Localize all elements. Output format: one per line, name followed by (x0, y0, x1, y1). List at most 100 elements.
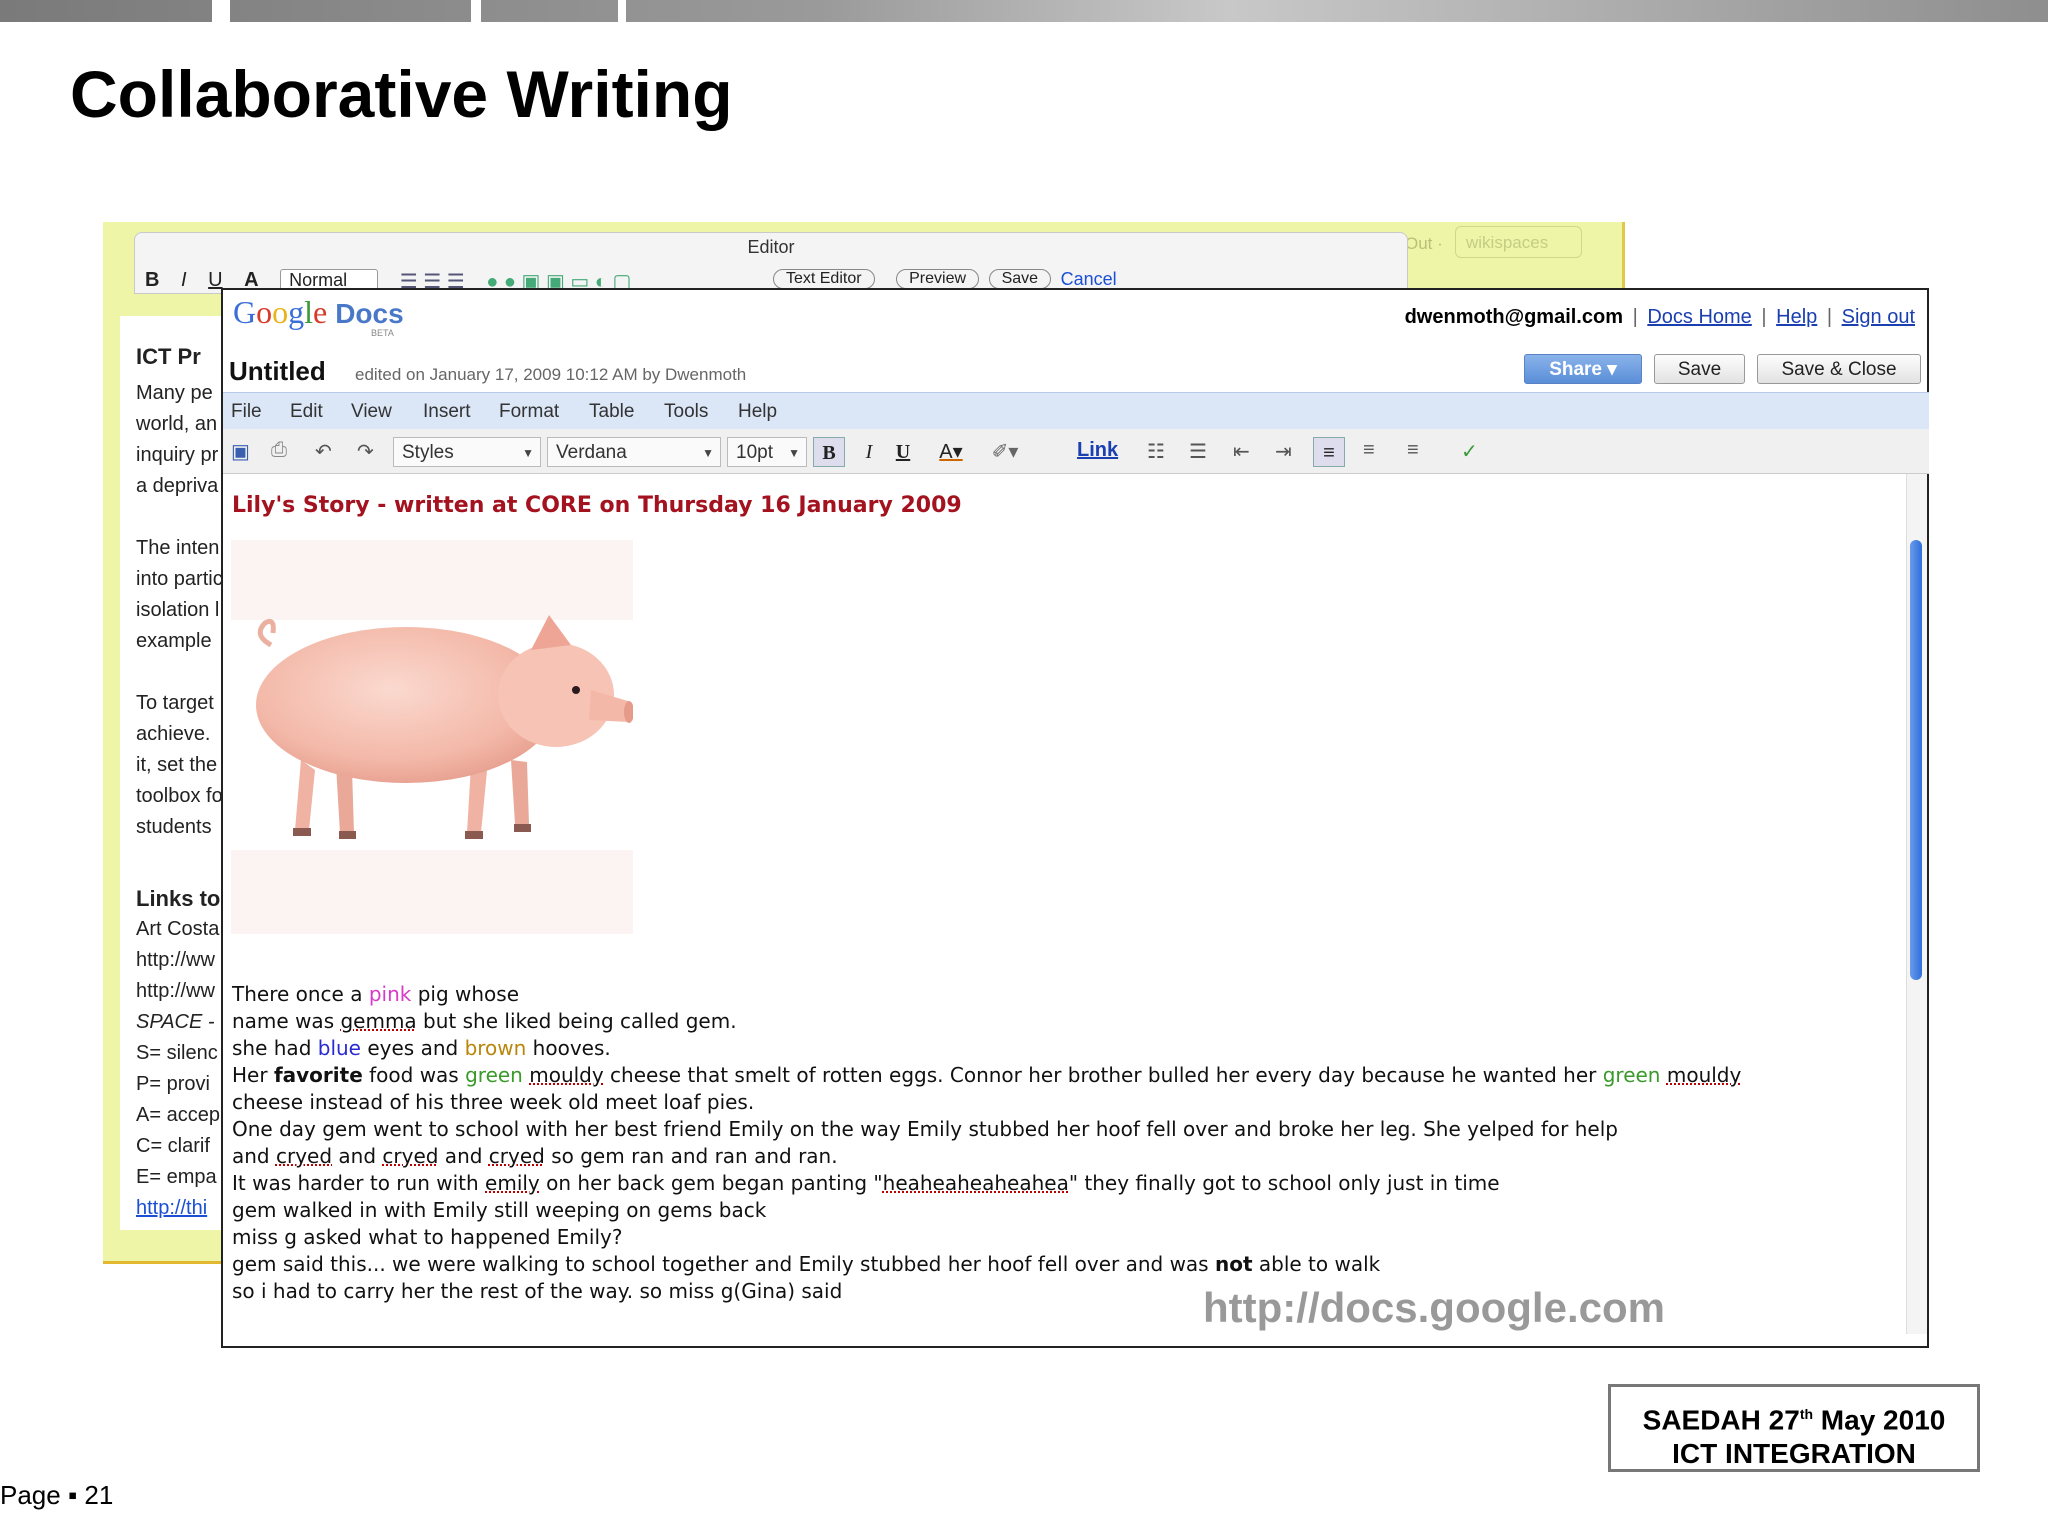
wiki-text-line: A= accep (136, 1104, 220, 1126)
save-icon[interactable]: ▣ (231, 439, 250, 464)
story-span: favorite (273, 1063, 363, 1087)
spellcheck-icon[interactable]: ✓ (1461, 439, 1478, 464)
google-docs-logo: Google Docs (233, 294, 404, 331)
account-email: dwenmoth@gmail.com (1404, 306, 1623, 328)
slide-top-bar-gap (618, 0, 626, 22)
separator: | (1826, 306, 1833, 328)
menu-edit[interactable]: Edit (290, 401, 323, 423)
italic-button[interactable]: I (181, 269, 187, 292)
save-button[interactable]: Save (1654, 354, 1745, 384)
wiki-text-line: http://ww (136, 980, 215, 1002)
menu-tools[interactable]: Tools (664, 401, 708, 423)
footer-line-2: ICT INTEGRATION (1672, 1438, 1916, 1470)
help-link[interactable]: Help (1776, 306, 1817, 328)
text-color-icon[interactable]: A▾ (927, 437, 975, 467)
logo-g2: g (288, 294, 305, 330)
story-span: gem said this... we were walking to scho… (232, 1252, 1215, 1276)
wiki-text-line: into partic (136, 568, 223, 590)
menu-insert[interactable]: Insert (423, 401, 471, 423)
misspelled-word: gemma (340, 1009, 417, 1033)
underline-button[interactable]: U (887, 437, 919, 467)
story-span: It was harder to run with (232, 1171, 486, 1195)
wikispaces-logo: wikispaces (1455, 226, 1582, 258)
print-icon[interactable]: ⎙ (271, 439, 287, 462)
story-line: gem said this... we were walking to scho… (232, 1251, 1741, 1278)
scrollbar-thumb[interactable] (1910, 540, 1922, 980)
document-heading[interactable]: Lily's Story - written at CORE on Thursd… (232, 493, 962, 518)
story-span: Her (232, 1063, 274, 1087)
slide-top-bar (0, 0, 2048, 22)
story-line: It was harder to run with emily on her b… (232, 1170, 1741, 1197)
wiki-link[interactable]: http://thi (136, 1197, 207, 1220)
logo-beta-label: BETA (371, 328, 394, 338)
menu-file[interactable]: File (231, 401, 262, 423)
preview-button[interactable]: Preview (896, 269, 980, 289)
undo-icon[interactable]: ↶ (315, 439, 332, 464)
logo-docs-text: Docs (335, 298, 404, 329)
menu-view[interactable]: View (351, 401, 392, 423)
misspelled-word: mouldy (529, 1063, 604, 1087)
link-button[interactable]: Link (1077, 439, 1118, 462)
story-text[interactable]: There once a pink pig whose name was gem… (232, 981, 1741, 1305)
bold-button[interactable]: B (145, 269, 159, 292)
menu-table[interactable]: Table (589, 401, 634, 423)
wiki-text-line: ICT Pr (136, 344, 201, 369)
numbered-list-icon[interactable]: ☷ (1147, 439, 1165, 464)
logo-o1: o (256, 294, 273, 330)
share-button[interactable]: Share ▾ (1524, 354, 1642, 384)
sign-out-link[interactable]: Sign out (1842, 306, 1915, 328)
align-left-icon[interactable]: ≡ (1313, 437, 1345, 467)
footer-text: SAEDAH 27 (1642, 1404, 1800, 1436)
font-select[interactable]: Verdana ▼ (547, 437, 721, 467)
italic-button[interactable]: I (853, 437, 885, 467)
google-docs-window: Google Docs BETA dwenmoth@gmail.com | Do… (221, 288, 1929, 1348)
story-span: hooves. (526, 1036, 611, 1060)
misspelled-word: emily (485, 1171, 540, 1195)
wiki-text-line: Links to (136, 886, 221, 911)
wiki-signout-text[interactable]: Out · (1405, 234, 1443, 254)
wiki-text-line: S= silenc (136, 1042, 218, 1064)
footer-box: SAEDAH 27th May 2010 ICT INTEGRATION (1608, 1384, 1980, 1472)
styles-value: Styles (402, 442, 454, 463)
styles-select[interactable]: Styles ▼ (393, 437, 541, 467)
chevron-down-icon: ▼ (788, 446, 800, 460)
docs-home-link[interactable]: Docs Home (1647, 306, 1751, 328)
story-line: miss g asked what to happened Emily? (232, 1225, 623, 1249)
redo-icon[interactable]: ↷ (357, 439, 374, 464)
story-line: Her favorite food was green mouldy chees… (232, 1062, 1741, 1089)
align-center-icon[interactable]: ≡ (1363, 439, 1375, 462)
bold-button[interactable]: B (813, 437, 845, 467)
wiki-save-button[interactable]: Save (988, 269, 1052, 289)
misspelled-word: cryed (488, 1144, 545, 1168)
edited-status: edited on January 17, 2009 10:12 AM by D… (355, 365, 747, 384)
document-title[interactable]: Untitled (229, 356, 326, 387)
wiki-text-line: SPACE - (136, 1011, 215, 1033)
increase-indent-icon[interactable]: ⇥ (1275, 439, 1292, 464)
wikispaces-brand-text: wikispaces (1466, 233, 1549, 252)
menu-bar: File Edit View Insert Format Table Tools… (223, 392, 1929, 430)
logo-g1: G (233, 294, 257, 330)
story-span: but she liked being called gem. (416, 1009, 737, 1033)
decrease-indent-icon[interactable]: ⇤ (1233, 439, 1250, 464)
text-editor-button[interactable]: Text Editor (772, 269, 875, 289)
bullet-list-icon[interactable]: ☰ (1189, 439, 1207, 464)
story-span: pink (368, 982, 412, 1006)
menu-help[interactable]: Help (738, 401, 777, 423)
align-right-icon[interactable]: ≡ (1407, 439, 1419, 462)
misspelled-word: heaheaheaheahea (882, 1171, 1069, 1195)
story-span: blue (317, 1036, 361, 1060)
font-size-select[interactable]: 10pt ▼ (727, 437, 807, 467)
highlight-icon[interactable]: ✐▾ (981, 437, 1029, 467)
save-close-button[interactable]: Save & Close (1757, 354, 1921, 384)
story-span: and (332, 1144, 383, 1168)
account-bar: dwenmoth@gmail.com | Docs Home | Help | … (1405, 306, 1915, 329)
caption-url: http://docs.google.com (1203, 1284, 1665, 1331)
menu-format[interactable]: Format (499, 401, 559, 423)
pig-illustration (231, 615, 634, 850)
wiki-cancel-link[interactable]: Cancel (1061, 269, 1117, 290)
story-span: on her back gem began panting " (539, 1171, 883, 1195)
slide-top-bar-gap (212, 0, 230, 22)
scrollbar[interactable] (1906, 474, 1927, 1334)
pig-image[interactable] (231, 540, 634, 934)
story-span: eyes and (360, 1036, 465, 1060)
